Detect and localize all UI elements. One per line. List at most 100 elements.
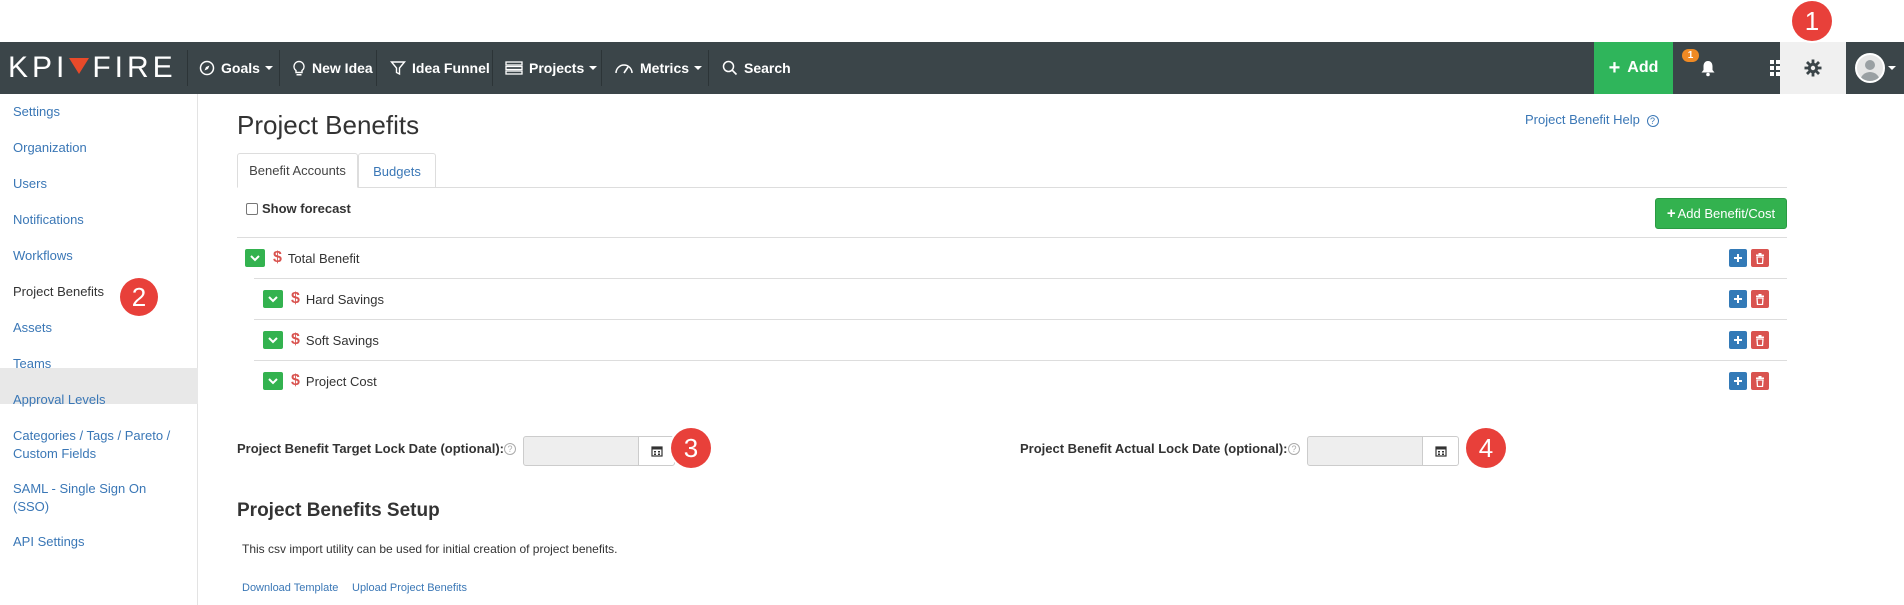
sidebar-item-assets[interactable]: Assets: [13, 319, 52, 337]
delete-button[interactable]: [1751, 249, 1769, 267]
add-button-label: Add: [1627, 59, 1659, 76]
divider: [254, 360, 1787, 361]
tabs-underline: [237, 187, 1787, 188]
sidebar-item-categories[interactable]: Categories / Tags / Pareto / Custom Fiel…: [13, 427, 170, 463]
nav-projects[interactable]: Projects: [505, 42, 598, 94]
add-benefit-cost-button[interactable]: + Add Benefit/Cost: [1655, 198, 1787, 229]
callout-4: 4: [1466, 428, 1506, 468]
divider: [254, 278, 1787, 279]
nav-search[interactable]: Search: [722, 42, 791, 94]
nav-idea-funnel[interactable]: Idea Funnel: [390, 42, 490, 94]
nav-goals[interactable]: Goals: [199, 42, 273, 94]
tree-row-label: Hard Savings: [305, 291, 384, 307]
flame-icon: [69, 58, 90, 74]
sidebar-item-project-benefits[interactable]: Project Benefits: [13, 283, 104, 301]
plus-icon: +: [1666, 205, 1676, 222]
sidebar-item-categories-line1: Categories / Tags / Pareto /: [13, 428, 171, 443]
avatar: [1854, 53, 1885, 83]
nav-divider: [492, 50, 493, 86]
nav-metrics-label: Metrics: [640, 60, 690, 76]
nav-search-label: Search: [744, 60, 791, 76]
search-icon: [722, 60, 738, 76]
divider: [237, 237, 1787, 238]
sidebar-item-organization[interactable]: Organization: [13, 139, 87, 157]
chevron-down-icon[interactable]: [245, 249, 265, 267]
sidebar-item-settings[interactable]: Settings: [13, 103, 60, 121]
delete-button[interactable]: [1751, 331, 1769, 349]
nav-divider: [708, 50, 709, 86]
divider: [254, 319, 1787, 320]
show-forecast-label: Show forecast: [262, 201, 351, 216]
add-child-button[interactable]: [1729, 331, 1747, 349]
projects-icon: [505, 61, 523, 75]
notification-count-badge: 1: [1682, 49, 1699, 62]
callout-3: 3: [671, 428, 711, 468]
delete-button[interactable]: [1751, 290, 1769, 308]
sidebar-item-teams[interactable]: Teams: [13, 355, 51, 373]
download-template-link[interactable]: Download Template: [242, 582, 338, 594]
chevron-down-icon[interactable]: [263, 331, 283, 349]
plus-icon: [1734, 377, 1742, 385]
actual-lock-date-input[interactable]: [1307, 436, 1423, 466]
target-lock-date-input[interactable]: [523, 436, 639, 466]
help-icon[interactable]: ?: [1288, 443, 1300, 455]
sidebar-item-api-settings[interactable]: API Settings: [13, 533, 85, 551]
nav-idea-funnel-label: Idea Funnel: [412, 60, 490, 76]
actual-lock-calendar-button[interactable]: [1422, 436, 1459, 466]
show-forecast-checkbox[interactable]: [246, 203, 258, 215]
tab-benefit-accounts[interactable]: Benefit Accounts: [237, 153, 358, 188]
tree-row-hard-savings: $ Hard Savings: [263, 279, 384, 319]
caret-down-icon: [589, 66, 598, 70]
setup-description: This csv import utility can be used for …: [242, 542, 618, 556]
add-child-button[interactable]: [1729, 372, 1747, 390]
chevron-down-icon[interactable]: [263, 290, 283, 308]
tree-row-label: Project Cost: [305, 373, 377, 389]
settings-sidebar: Settings Organization Users Notification…: [0, 94, 198, 605]
calendar-icon: [650, 446, 663, 457]
user-menu-button[interactable]: [1846, 42, 1904, 94]
logo-text-left: KPI: [8, 51, 69, 84]
tree-row-total-benefit: $ Total Benefit: [245, 238, 359, 278]
add-child-button[interactable]: [1729, 290, 1747, 308]
dollar-icon: $: [291, 372, 300, 389]
dollar-icon: $: [291, 331, 300, 348]
sidebar-item-saml-line2: (SSO): [13, 499, 50, 514]
caret-down-icon: [264, 66, 273, 70]
trash-icon: [1756, 334, 1764, 346]
sidebar-item-saml[interactable]: SAML - Single Sign On (SSO): [13, 480, 146, 516]
sidebar-item-approval-levels[interactable]: Approval Levels: [13, 391, 106, 409]
actual-lock-date-label: Project Benefit Actual Lock Date (option…: [1020, 441, 1288, 456]
sidebar-item-notifications[interactable]: Notifications: [13, 211, 84, 229]
nav-goals-label: Goals: [221, 60, 260, 76]
nav-divider: [376, 50, 377, 86]
chevron-down-icon[interactable]: [263, 372, 283, 390]
setup-section-title: Project Benefits Setup: [237, 500, 440, 521]
logo-text-right: FIRE: [92, 51, 177, 84]
gauge-icon: [615, 64, 633, 74]
trash-icon: [1756, 252, 1764, 264]
delete-button[interactable]: [1751, 372, 1769, 390]
help-icon[interactable]: ?: [504, 443, 516, 455]
plus-icon: [1734, 295, 1742, 303]
funnel-icon: [390, 61, 406, 76]
caret-down-icon: [694, 66, 703, 70]
settings-button[interactable]: [1780, 42, 1846, 94]
target-lock-date-label: Project Benefit Target Lock Date (option…: [237, 441, 505, 456]
nav-divider: [601, 50, 602, 86]
target-lock-calendar-button[interactable]: [638, 436, 675, 466]
sidebar-item-users[interactable]: Users: [13, 175, 47, 193]
tree-row-label: Total Benefit: [287, 250, 360, 266]
nav-new-idea[interactable]: New Idea: [292, 42, 373, 94]
project-benefit-help-link[interactable]: Project Benefit Help ?: [1525, 112, 1659, 127]
plus-icon: [1734, 254, 1742, 262]
kpifire-logo[interactable]: KPI FIRE: [8, 51, 177, 84]
add-button[interactable]: + Add: [1594, 42, 1673, 94]
tab-budgets[interactable]: Budgets: [358, 153, 436, 188]
sidebar-item-workflows[interactable]: Workflows: [13, 247, 73, 265]
nav-metrics[interactable]: Metrics: [614, 42, 703, 94]
upload-project-benefits-link[interactable]: Upload Project Benefits: [352, 582, 467, 594]
dollar-icon: $: [273, 249, 282, 266]
nav-divider: [279, 50, 280, 86]
add-child-button[interactable]: [1729, 249, 1747, 267]
tree-row-project-cost: $ Project Cost: [263, 361, 377, 401]
